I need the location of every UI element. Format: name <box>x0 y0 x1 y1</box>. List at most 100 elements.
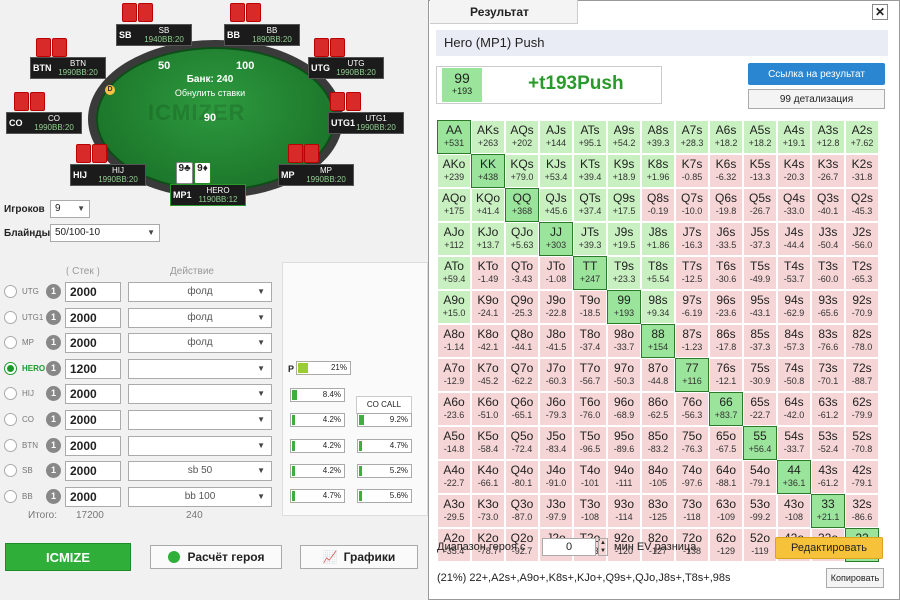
range-cell[interactable]: 53o -99.2 <box>743 494 777 528</box>
player-radio[interactable] <box>4 438 17 452</box>
range-cell[interactable]: QTs +37.4 <box>573 188 607 222</box>
range-cell[interactable]: QQ +368 <box>505 188 539 222</box>
range-cell[interactable]: A4o -22.7 <box>437 460 471 494</box>
range-cell[interactable]: J9s +19.5 <box>607 222 641 256</box>
range-cell[interactable]: Q2s -45.3 <box>845 188 879 222</box>
range-cell[interactable]: K6o -51.0 <box>471 392 505 426</box>
range-cell[interactable]: 97o -50.3 <box>607 358 641 392</box>
stack-input[interactable]: 2000 <box>65 384 121 405</box>
range-cell[interactable]: 64o -88.1 <box>709 460 743 494</box>
range-cell[interactable]: 92s -70.9 <box>845 290 879 324</box>
range-cell[interactable]: 75o -76.3 <box>675 426 709 460</box>
range-cell[interactable]: 85s -37.3 <box>743 324 777 358</box>
range-cell[interactable]: 65s -22.7 <box>743 392 777 426</box>
action-select[interactable]: sb 50 ▼ <box>128 461 272 482</box>
range-cell[interactable]: K8o -42.1 <box>471 324 505 358</box>
range-cell[interactable]: J3s -50.4 <box>811 222 845 256</box>
range-cell[interactable]: 96s -23.6 <box>709 290 743 324</box>
range-cell[interactable]: A7s +28.3 <box>675 120 709 154</box>
range-cell[interactable]: Q3s -40.1 <box>811 188 845 222</box>
range-cell[interactable]: 87s -1.23 <box>675 324 709 358</box>
action-select[interactable]: bb 100 ▼ <box>128 486 272 507</box>
range-cell[interactable]: 87o -44.8 <box>641 358 675 392</box>
range-cell[interactable]: J3o -97.9 <box>539 494 573 528</box>
range-cell[interactable]: 77 +116 <box>675 358 709 392</box>
player-radio[interactable] <box>4 387 17 401</box>
stack-input[interactable]: 2000 <box>65 435 121 456</box>
range-cell[interactable]: Q6o -65.1 <box>505 392 539 426</box>
copy-button[interactable]: Копировать <box>826 568 884 588</box>
range-cell[interactable]: K6s -6.32 <box>709 154 743 188</box>
range-cell[interactable]: 43s -61.2 <box>811 460 845 494</box>
stack-input[interactable]: 2000 <box>65 282 121 302</box>
action-select[interactable]: ▼ <box>128 384 272 405</box>
range-cell[interactable]: K9o -24.1 <box>471 290 505 324</box>
range-cell[interactable]: J5o -83.4 <box>539 426 573 460</box>
range-cell[interactable]: KJs +53.4 <box>539 154 573 188</box>
range-cell[interactable]: QJs +45.6 <box>539 188 573 222</box>
seat-hij[interactable]: HIJ HIJ 1990BB:20 <box>70 164 146 186</box>
range-cell[interactable]: T7s -12.5 <box>675 256 709 290</box>
reset-bets-link[interactable]: Обнулить ставки <box>160 88 260 98</box>
action-select[interactable]: ▼ <box>128 435 272 456</box>
range-cell[interactable]: J8o -41.5 <box>539 324 573 358</box>
range-cell[interactable]: T6s -30.6 <box>709 256 743 290</box>
range-cell[interactable]: ATo +59.4 <box>437 256 471 290</box>
range-cell[interactable]: 84s -57.3 <box>777 324 811 358</box>
range-cell[interactable]: 98o -33.7 <box>607 324 641 358</box>
range-cell[interactable]: 93s -65.6 <box>811 290 845 324</box>
stack-input[interactable]: 1200 <box>65 358 121 379</box>
stack-input[interactable]: 2000 <box>65 410 121 430</box>
range-cell[interactable]: T5o -96.5 <box>573 426 607 460</box>
range-cell[interactable]: Q5o -72.4 <box>505 426 539 460</box>
player-radio[interactable] <box>4 310 17 324</box>
range-cell[interactable]: J8s +1.86 <box>641 222 675 256</box>
range-cell[interactable]: Q8o -44.1 <box>505 324 539 358</box>
range-cell[interactable]: A5s +18.2 <box>743 120 777 154</box>
action-select[interactable]: фолд ▼ <box>128 307 272 328</box>
action-select[interactable]: фолд ▼ <box>128 282 272 302</box>
blinds-select[interactable]: 50/100-10 ▼ <box>50 224 160 242</box>
icmize-button[interactable]: ICMIZE <box>5 543 131 571</box>
range-cell[interactable]: Q7o -62.2 <box>505 358 539 392</box>
range-cell[interactable]: J6o -79.3 <box>539 392 573 426</box>
range-cell[interactable]: 95s -43.1 <box>743 290 777 324</box>
range-cell[interactable]: 74s -50.8 <box>777 358 811 392</box>
seat-btn[interactable]: BTN BTN 1990BB:20 <box>30 57 106 79</box>
range-cell[interactable]: T6o -76.0 <box>573 392 607 426</box>
range-cell[interactable]: K4o -66.1 <box>471 460 505 494</box>
range-cell[interactable]: 84o -105 <box>641 460 675 494</box>
range-cell[interactable]: A7o -12.9 <box>437 358 471 392</box>
range-cell[interactable]: 86o -62.5 <box>641 392 675 426</box>
range-cell[interactable]: 55 +56.4 <box>743 426 777 460</box>
hand-detail-button[interactable]: 99 детализация <box>748 89 885 109</box>
range-cell[interactable]: T3o -108 <box>573 494 607 528</box>
stack-input[interactable]: 2000 <box>65 486 121 507</box>
range-cell[interactable]: K7o -45.2 <box>471 358 505 392</box>
hero-calc-button[interactable]: Расчёт героя <box>150 545 282 569</box>
range-cell[interactable]: A8s +39.3 <box>641 120 675 154</box>
range-cell[interactable]: 43o -108 <box>777 494 811 528</box>
range-cell[interactable]: Q6s -19.8 <box>709 188 743 222</box>
range-cell[interactable]: K7s -0.85 <box>675 154 709 188</box>
range-cell[interactable]: 86s -17.8 <box>709 324 743 358</box>
player-radio[interactable] <box>4 336 17 350</box>
range-cell[interactable]: 63s -61.2 <box>811 392 845 426</box>
range-cell[interactable]: A8o -1.14 <box>437 324 471 358</box>
range-cell[interactable]: Q8s -0.19 <box>641 188 675 222</box>
range-cell[interactable]: J4s -44.4 <box>777 222 811 256</box>
range-cell[interactable]: T7o -56.7 <box>573 358 607 392</box>
range-cell[interactable]: 76s -12.1 <box>709 358 743 392</box>
range-cell[interactable]: Q4s -33.0 <box>777 188 811 222</box>
range-cell[interactable]: 62o -129 <box>709 528 743 562</box>
range-cell[interactable]: 63o -109 <box>709 494 743 528</box>
range-cell[interactable]: T3s -60.0 <box>811 256 845 290</box>
close-icon[interactable]: ✕ <box>872 4 888 20</box>
player-radio[interactable] <box>4 464 17 478</box>
range-cell[interactable]: 76o -56.3 <box>675 392 709 426</box>
stack-input[interactable]: 2000 <box>65 307 121 328</box>
range-cell[interactable]: K4s -20.3 <box>777 154 811 188</box>
range-cell[interactable]: QJo +5.63 <box>505 222 539 256</box>
range-cell[interactable]: 97s -6.19 <box>675 290 709 324</box>
range-cell[interactable]: A6o -23.6 <box>437 392 471 426</box>
